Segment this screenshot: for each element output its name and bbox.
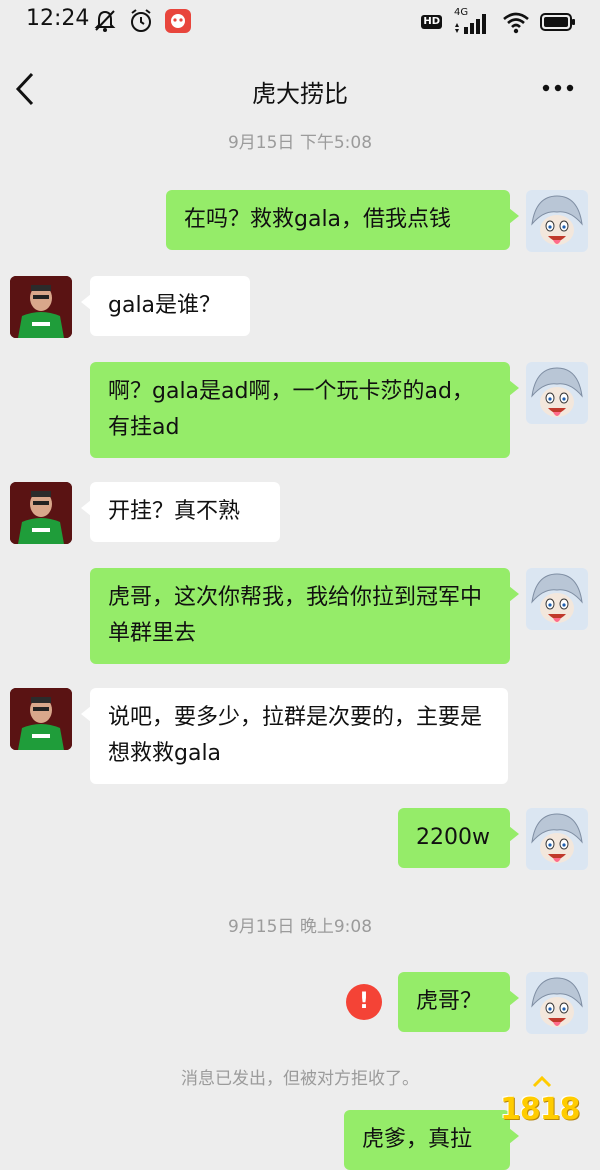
- my-avatar[interactable]: [526, 808, 588, 870]
- status-right-group: HD 4G: [421, 7, 576, 36]
- timestamp: 9月15日 晚上9:08: [227, 917, 373, 937]
- watermark-logo: 1818: [496, 1076, 588, 1136]
- message-bubble-me[interactable]: 虎哥，这次你帮我，我给你拉到冠军中单群里去: [90, 568, 519, 664]
- my-avatar[interactable]: [526, 362, 588, 424]
- status-time: 12:24: [26, 6, 90, 31]
- status-bar: 12:24 HD 4G: [0, 0, 600, 44]
- error-icon[interactable]: !: [346, 984, 382, 1020]
- chat-title: 虎大捞比: [252, 80, 348, 108]
- hd-badge: HD: [421, 15, 442, 29]
- message-bubble-me-partial[interactable]: 虎爹，真拉: [344, 1110, 519, 1170]
- message-bubble-me-failed[interactable]: 虎哥？: [398, 972, 519, 1032]
- timestamp: 9月15日 下午5:08: [227, 133, 373, 153]
- message-bubble-me[interactable]: 啊？gala是ad啊，一个玩卡莎的ad，有挂ad: [90, 362, 519, 458]
- wifi-icon: [503, 12, 529, 34]
- battery-icon: [540, 13, 575, 31]
- signal-icon: 4G: [452, 7, 492, 35]
- contact-avatar[interactable]: [10, 688, 72, 750]
- contact-avatar[interactable]: [10, 276, 72, 338]
- my-avatar[interactable]: [526, 568, 588, 630]
- alarm-icon: [131, 9, 151, 32]
- contact-avatar[interactable]: [10, 482, 72, 544]
- message-bubble-them[interactable]: 说吧，要多少，拉群是次要的，主要是想救救gala: [81, 688, 508, 784]
- message-bubble-them[interactable]: gala是谁？: [81, 276, 250, 336]
- mute-bell-icon: [94, 10, 116, 32]
- chat-header: 虎大捞比: [0, 50, 600, 130]
- my-avatar[interactable]: [526, 972, 588, 1034]
- message-bubble-me[interactable]: 在吗？救救gala，借我点钱: [166, 190, 519, 250]
- watermark-text: 1818: [500, 1092, 580, 1127]
- my-avatar[interactable]: [526, 190, 588, 252]
- app-notification-icon: [165, 9, 191, 33]
- more-dots-icon[interactable]: [540, 76, 576, 100]
- message-bubble-me[interactable]: 2200w: [398, 808, 519, 868]
- message-bubble-them[interactable]: 开挂？真不熟: [81, 482, 280, 542]
